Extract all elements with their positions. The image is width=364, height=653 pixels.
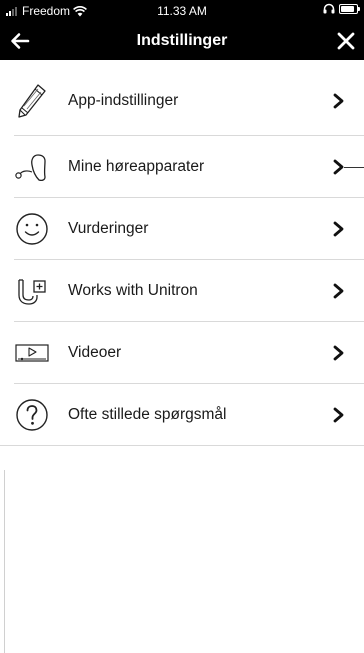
unitron-logo-icon <box>12 271 52 311</box>
menu-item-label: Works with Unitron <box>68 282 198 299</box>
page-title: Indstillinger <box>136 32 228 49</box>
frame-edge <box>4 470 5 653</box>
chevron-right-icon <box>332 221 346 237</box>
chevron-right-icon <box>332 345 346 361</box>
menu-item-ratings[interactable]: Vurderinger <box>0 198 364 260</box>
menu-item-works-with-unitron[interactable]: Works with Unitron <box>0 260 364 322</box>
status-bar: Freedom 11.33 AM <box>0 0 364 22</box>
chevron-right-icon <box>332 407 346 423</box>
video-player-icon <box>12 333 52 373</box>
hearing-aid-icon <box>12 147 52 187</box>
menu-item-faq[interactable]: Ofte stillede spørgsmål <box>0 384 364 446</box>
menu-item-app-settings[interactable]: App-indstillinger <box>0 66 364 136</box>
pencil-icon <box>12 81 52 121</box>
menu-item-label: App-indstillinger <box>68 92 179 109</box>
status-time: 11.33 AM <box>157 4 207 18</box>
close-button[interactable] <box>334 29 358 53</box>
menu-item-videos[interactable]: Videoer <box>0 322 364 384</box>
menu-item-label: Mine høreapparater <box>68 158 205 175</box>
settings-menu-list: App-indstillinger Mine høreapparater Vur… <box>0 66 364 446</box>
headphones-icon <box>323 3 335 14</box>
close-icon <box>337 32 355 50</box>
menu-item-label: Ofte stillede spørgsmål <box>68 406 227 423</box>
question-mark-icon <box>12 395 52 435</box>
back-arrow-icon <box>11 33 30 49</box>
pointer-line <box>344 167 364 168</box>
battery-icon <box>339 3 360 14</box>
menu-item-label: Videoer <box>68 344 122 361</box>
chevron-right-icon <box>332 93 346 109</box>
menu-item-my-hearing-aids[interactable]: Mine høreapparater <box>0 136 364 198</box>
divider <box>0 445 364 446</box>
back-button[interactable] <box>8 30 32 52</box>
battery-level <box>341 5 354 12</box>
menu-item-label: Vurderinger <box>68 220 149 237</box>
smiley-icon <box>12 209 52 249</box>
nav-bar: Indstillinger <box>0 22 364 60</box>
status-right <box>323 3 360 14</box>
chevron-right-icon <box>332 283 346 299</box>
